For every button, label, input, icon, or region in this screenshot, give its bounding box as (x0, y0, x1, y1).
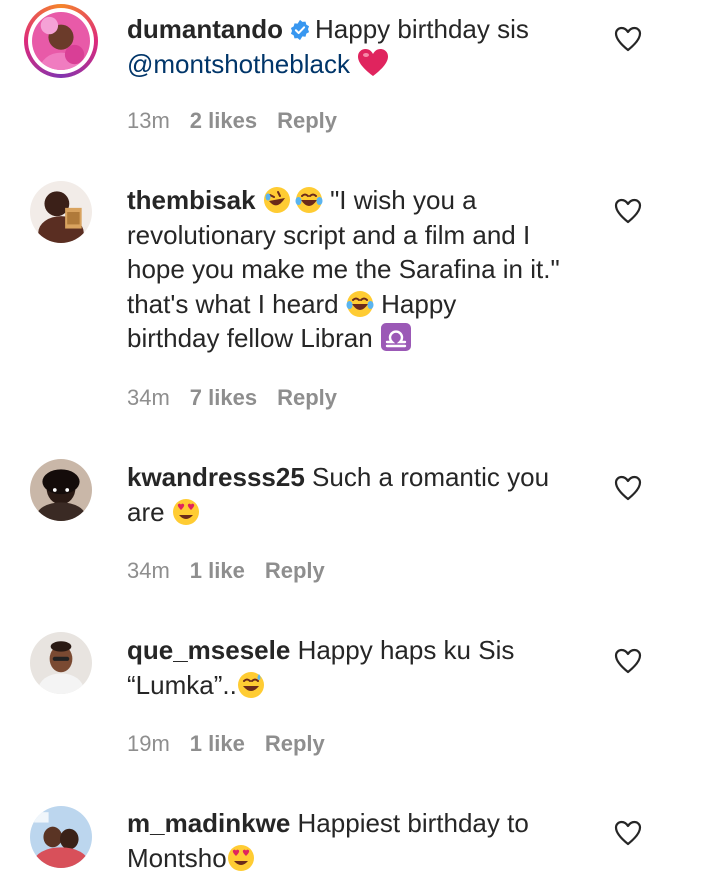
red-heart-emoji (357, 48, 389, 78)
verified-badge-icon (289, 15, 311, 41)
like-heart-icon[interactable] (614, 648, 642, 674)
heart-eyes-emoji (227, 844, 255, 872)
sweat-smile-emoji (237, 671, 265, 699)
comment-time: 13m (127, 108, 170, 133)
comment-text: dumantando Happy birthday sis @montshothe… (127, 12, 597, 81)
comment-text: thembisak "I wish you a revolutionary sc… (127, 183, 597, 356)
like-heart-icon[interactable] (614, 475, 642, 501)
like-heart-icon[interactable] (614, 26, 642, 52)
comment-text: kwandresss25 Such a romantic you are (127, 460, 597, 529)
comment-username[interactable]: kwandresss25 (127, 462, 305, 492)
comment-time: 34m (127, 385, 170, 410)
comment-text: que_msesele Happy haps ku Sis “Lumka”.. (127, 633, 597, 702)
avatar[interactable] (30, 181, 92, 243)
rolling-laughing-emoji (263, 186, 291, 214)
mention-link[interactable]: @montshotheblack (127, 49, 350, 79)
reply-button[interactable]: Reply (265, 731, 325, 756)
comment-body: Montsho (127, 842, 227, 873)
comment-body: Happy (381, 288, 457, 319)
comment-body: are (127, 496, 165, 527)
comment-likes[interactable]: 7 likes (190, 385, 257, 410)
comment-meta: 13m 2 likes Reply (127, 108, 357, 134)
comment-body: revolutionary script and a film and I (127, 219, 531, 250)
comment-username[interactable]: thembisak (127, 185, 256, 215)
comment-time: 34m (127, 558, 170, 583)
comment-username[interactable]: dumantando (127, 14, 283, 44)
comment-body: hope you make me the Sarafina in it." (127, 254, 560, 284)
comment-body: "I wish you a (330, 185, 477, 215)
avatar[interactable] (30, 459, 92, 521)
comment-text: m_madinkwe Happiest birthday to Montsho (127, 806, 597, 875)
like-heart-icon[interactable] (614, 820, 642, 846)
reply-button[interactable]: Reply (265, 558, 325, 583)
reply-button[interactable]: Reply (277, 385, 337, 410)
comment-likes[interactable]: 1 like (190, 731, 245, 756)
tears-of-joy-emoji (295, 186, 323, 214)
comment-meta: 19m 1 like Reply (127, 731, 345, 757)
heart-eyes-emoji (172, 498, 200, 526)
libra-emoji (380, 322, 412, 352)
comment-time: 19m (127, 731, 170, 756)
comment-meta: 34m 7 likes Reply (127, 385, 357, 411)
like-heart-icon[interactable] (614, 198, 642, 224)
avatar[interactable] (30, 806, 92, 868)
comment-meta: 34m 1 like Reply (127, 558, 345, 584)
comment-body: “Lumka”.. (127, 669, 237, 700)
comment-body: Happiest birthday to (297, 808, 529, 838)
comment-body: Happy birthday sis (315, 14, 529, 44)
reply-button[interactable]: Reply (277, 108, 337, 133)
comment-username[interactable]: que_msesele (127, 635, 290, 665)
comment-body: birthday fellow Libran (127, 323, 373, 353)
avatar[interactable] (30, 632, 92, 694)
tears-of-joy-emoji (346, 290, 374, 318)
comment-likes[interactable]: 1 like (190, 558, 245, 583)
avatar (32, 12, 90, 70)
comment-username[interactable]: m_madinkwe (127, 808, 290, 838)
avatar-story-ring[interactable] (24, 4, 98, 78)
comment-likes[interactable]: 2 likes (190, 108, 257, 133)
comment-body: Happy haps ku Sis (297, 635, 515, 665)
comment-body: that's what I heard (127, 288, 339, 319)
comment-body: Such a romantic you (312, 462, 550, 492)
